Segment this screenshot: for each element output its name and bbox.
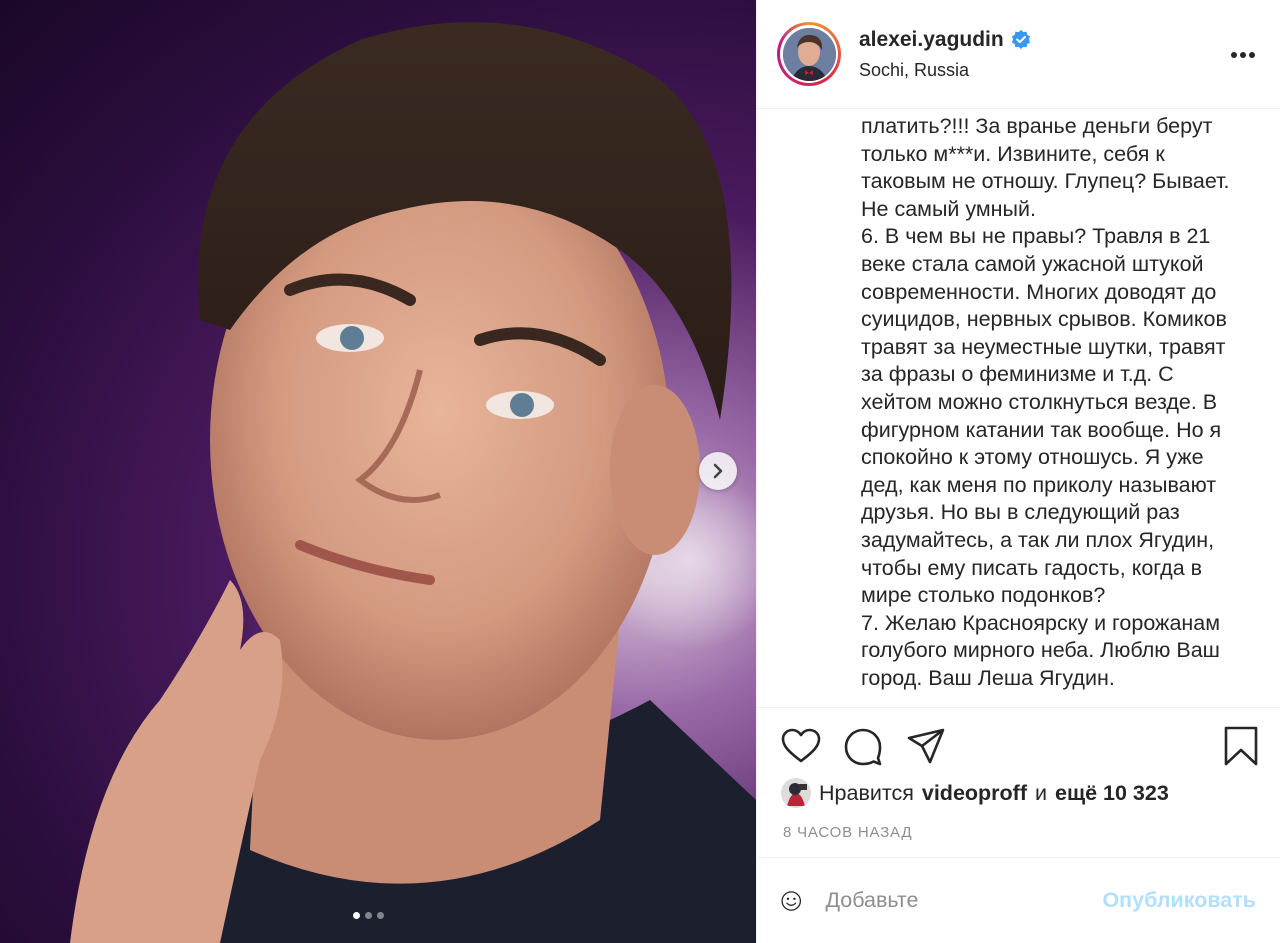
carousel-dot	[365, 912, 372, 919]
location-link[interactable]: Sochi, Russia	[859, 60, 1032, 81]
comment-input[interactable]	[825, 888, 1103, 913]
avatar-image	[782, 27, 836, 81]
heart-icon	[781, 728, 821, 763]
comment-icon	[844, 728, 882, 766]
liker-avatar[interactable]	[781, 778, 811, 808]
likes-summary: Нравится videoproff и ещё 10 323	[781, 778, 1169, 808]
more-options-icon	[1231, 52, 1255, 58]
next-photo-button[interactable]	[699, 452, 737, 490]
like-button[interactable]	[781, 728, 821, 769]
liker-username[interactable]: videoproff	[922, 781, 1027, 806]
post-timestamp[interactable]: 8 ЧАСОВ НАЗАД	[783, 824, 912, 841]
post-actions: Нравится videoproff и ещё 10 323 8 ЧАСОВ…	[757, 707, 1280, 857]
comment-button[interactable]	[844, 728, 882, 771]
likes-prefix: Нравится	[819, 780, 914, 805]
bookmark-icon	[1224, 726, 1258, 766]
publish-button[interactable]: Опубликовать	[1102, 888, 1256, 913]
post-caption: платить?!!! За вранье деньги берут тольк…	[757, 109, 1280, 707]
next-arrow-icon	[713, 463, 723, 479]
save-button[interactable]	[1224, 726, 1258, 771]
comment-form: Опубликовать	[757, 857, 1280, 943]
verified-badge-icon	[1011, 29, 1030, 49]
post-header: alexei.yagudin Sochi, Russia	[757, 0, 1280, 109]
username-link[interactable]: alexei.yagudin	[859, 28, 1004, 52]
emoji-icon[interactable]	[781, 882, 802, 920]
post-modal: alexei.yagudin Sochi, Russia платить?!!!…	[0, 0, 1280, 943]
likes-count[interactable]: ещё 10 323	[1055, 781, 1169, 806]
post-photo	[70, 22, 756, 943]
carousel-dot	[377, 912, 384, 919]
post-sidebar: alexei.yagudin Sochi, Russia платить?!!!…	[756, 0, 1280, 943]
share-button[interactable]	[907, 728, 945, 769]
caption-text: платить?!!! За вранье деньги берут тольк…	[861, 114, 1230, 690]
carousel-dot	[353, 912, 360, 919]
carousel-indicator	[353, 912, 384, 919]
likes-joiner: и	[1034, 780, 1047, 805]
avatar[interactable]	[777, 22, 841, 86]
share-icon	[907, 728, 945, 764]
more-options-button[interactable]	[1230, 42, 1256, 68]
post-media[interactable]	[0, 0, 756, 943]
